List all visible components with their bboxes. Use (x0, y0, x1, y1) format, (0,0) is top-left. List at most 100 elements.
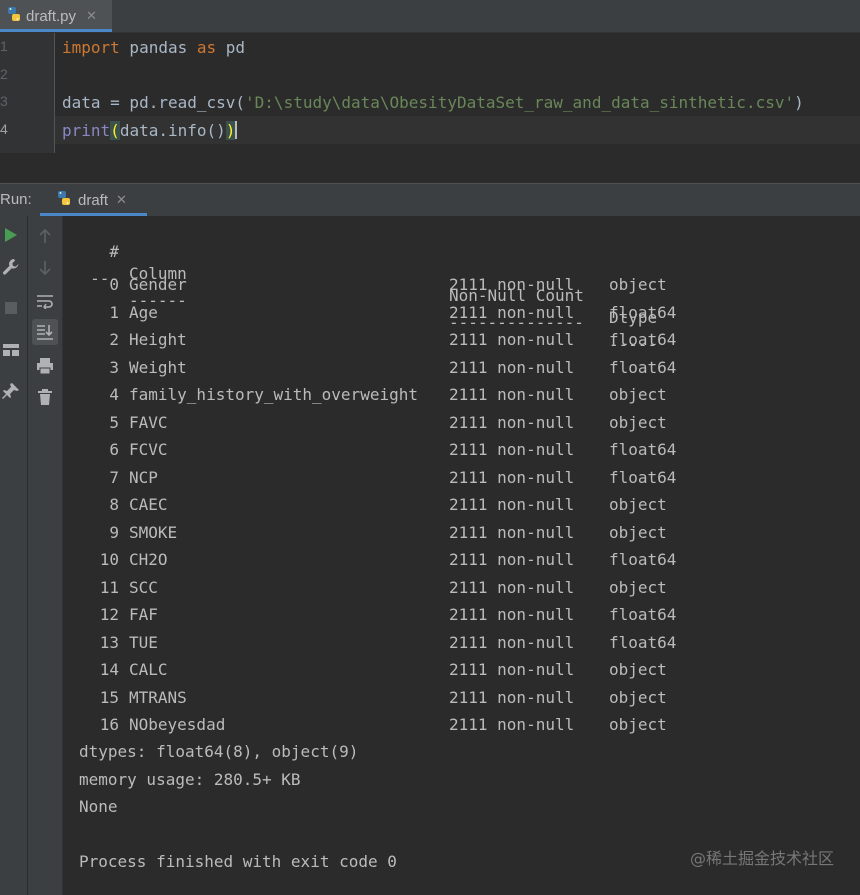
row-index: 4 (109, 385, 119, 404)
memory-usage: memory usage: 280.5+ KB (79, 770, 301, 789)
row-column-name: TUE (129, 632, 158, 652)
row-column-name: Gender (129, 275, 187, 294)
line-number: 1 (0, 38, 8, 54)
run-tab-draft[interactable]: draft ✕ (40, 184, 147, 216)
row-dtype: float64 (609, 467, 677, 487)
row-dtype: object (609, 412, 667, 432)
row-index: 13 (99, 632, 119, 652)
row-column-name: MTRANS (129, 687, 187, 707)
row-dtype: object (609, 522, 667, 542)
row-index: 8 (109, 495, 119, 514)
scroll-to-end-icon[interactable] (32, 319, 58, 345)
row-index: 6 (109, 440, 119, 459)
row-non-null-count: 2111 non-null (449, 275, 575, 294)
row-column-name: NObeyesdad (129, 715, 226, 734)
row-index: 14 (99, 660, 119, 679)
row-non-null-count: 2111 non-null (449, 467, 575, 487)
code-text: ) (794, 93, 804, 112)
code-editor[interactable]: 1 2 3 4 import pandas as pd data = pd.re… (0, 33, 860, 153)
row-non-null-count: 2111 non-null (449, 522, 575, 542)
line-number: 4 (0, 121, 8, 137)
row-non-null-count: 2111 non-null (449, 687, 575, 707)
row-column-name: FAVC (129, 412, 168, 432)
row-dtype: float64 (609, 632, 677, 652)
panel-splitter[interactable] (0, 153, 860, 183)
row-column-name: Height (129, 330, 187, 349)
code-text: data.info() (119, 121, 226, 140)
line-number-gutter: 1 2 3 4 (0, 33, 55, 153)
print-result: None (79, 797, 118, 816)
table-divider: --- ------ -------------- ----- (79, 246, 657, 354)
row-column-name: CAEC (129, 495, 168, 514)
layout-icon[interactable] (0, 339, 22, 361)
row-non-null-count: 2111 non-null (449, 715, 575, 734)
row-dtype: float64 (609, 550, 677, 569)
row-dtype: float64 (609, 605, 677, 624)
code-text: pd (216, 38, 246, 57)
row-dtype: float64 (609, 357, 677, 377)
table-header: # Column Non-Null Count Dtype (79, 219, 657, 327)
code-text: data = pd.read_csv( (62, 93, 246, 112)
run-label: Run: (0, 191, 32, 208)
matched-paren: ) (225, 121, 236, 140)
line-number: 3 (0, 93, 8, 109)
run-console-output[interactable]: # Column Non-Null Count Dtype --- ------… (63, 216, 860, 895)
code-text: pandas (119, 38, 197, 57)
editor-tab-bar: draft.py ✕ (0, 0, 860, 33)
pin-icon[interactable] (0, 380, 22, 402)
row-index: 10 (99, 550, 119, 569)
line-number: 2 (0, 66, 8, 82)
wrench-icon[interactable] (0, 256, 22, 278)
arrow-up-icon[interactable] (32, 223, 58, 249)
soft-wrap-icon[interactable] (32, 288, 58, 314)
close-icon[interactable]: ✕ (116, 193, 127, 208)
row-index: 1 (109, 302, 119, 322)
row-index: 5 (109, 412, 119, 432)
row-non-null-count: 2111 non-null (449, 440, 575, 459)
code-line-4: print(data.info()) (62, 121, 238, 140)
row-non-null-count: 2111 non-null (449, 577, 575, 597)
exit-message: Process finished with exit code 0 (79, 852, 397, 871)
close-icon[interactable]: ✕ (86, 9, 97, 24)
row-non-null-count: 2111 non-null (449, 330, 575, 349)
row-column-name: CALC (129, 660, 168, 679)
row-index: 0 (109, 275, 119, 294)
row-column-name: Age (129, 302, 158, 322)
row-dtype: float64 (609, 302, 677, 322)
row-dtype: object (609, 715, 667, 734)
row-dtype: object (609, 385, 667, 404)
editor-tab-draft[interactable]: draft.py ✕ (0, 0, 112, 32)
editor-tab-label: draft.py (26, 7, 77, 25)
python-file-icon (6, 6, 22, 26)
row-non-null-count: 2111 non-null (449, 412, 575, 432)
row-dtype: object (609, 577, 667, 597)
string-literal: 'D:\study\data\ObesityDataSet_raw_and_da… (245, 93, 795, 112)
run-tool-window-header: Run: draft ✕ (0, 183, 860, 217)
row-non-null-count: 2111 non-null (449, 495, 575, 514)
run-tab-label: draft (78, 191, 109, 209)
trash-icon[interactable] (32, 384, 58, 410)
builtin-print: print (62, 121, 111, 140)
watermark: @稀土掘金技术社区 (689, 849, 834, 868)
arrow-down-icon[interactable] (32, 255, 58, 281)
row-column-name: CH2O (129, 550, 168, 569)
print-icon[interactable] (32, 353, 58, 379)
stop-icon[interactable] (0, 297, 22, 319)
row-dtype: object (609, 275, 667, 294)
text-caret (235, 121, 238, 139)
row-column-name: Weight (129, 357, 187, 377)
dtypes-summary: dtypes: float64(8), object(9) (79, 742, 359, 761)
matched-paren: ( (110, 121, 120, 140)
rerun-icon[interactable] (0, 224, 22, 246)
row-dtype: object (609, 687, 667, 707)
code-line-3: data = pd.read_csv('D:\study\data\Obesit… (62, 93, 804, 112)
row-non-null-count: 2111 non-null (449, 660, 575, 679)
row-non-null-count: 2111 non-null (449, 385, 575, 404)
keyword-import: import (62, 38, 120, 57)
row-non-null-count: 2111 non-null (449, 302, 575, 322)
row-non-null-count: 2111 non-null (449, 357, 575, 377)
row-index: 3 (109, 357, 119, 377)
row-index: 15 (99, 687, 119, 707)
row-index: 2 (109, 330, 119, 349)
row-dtype: float64 (609, 440, 677, 459)
